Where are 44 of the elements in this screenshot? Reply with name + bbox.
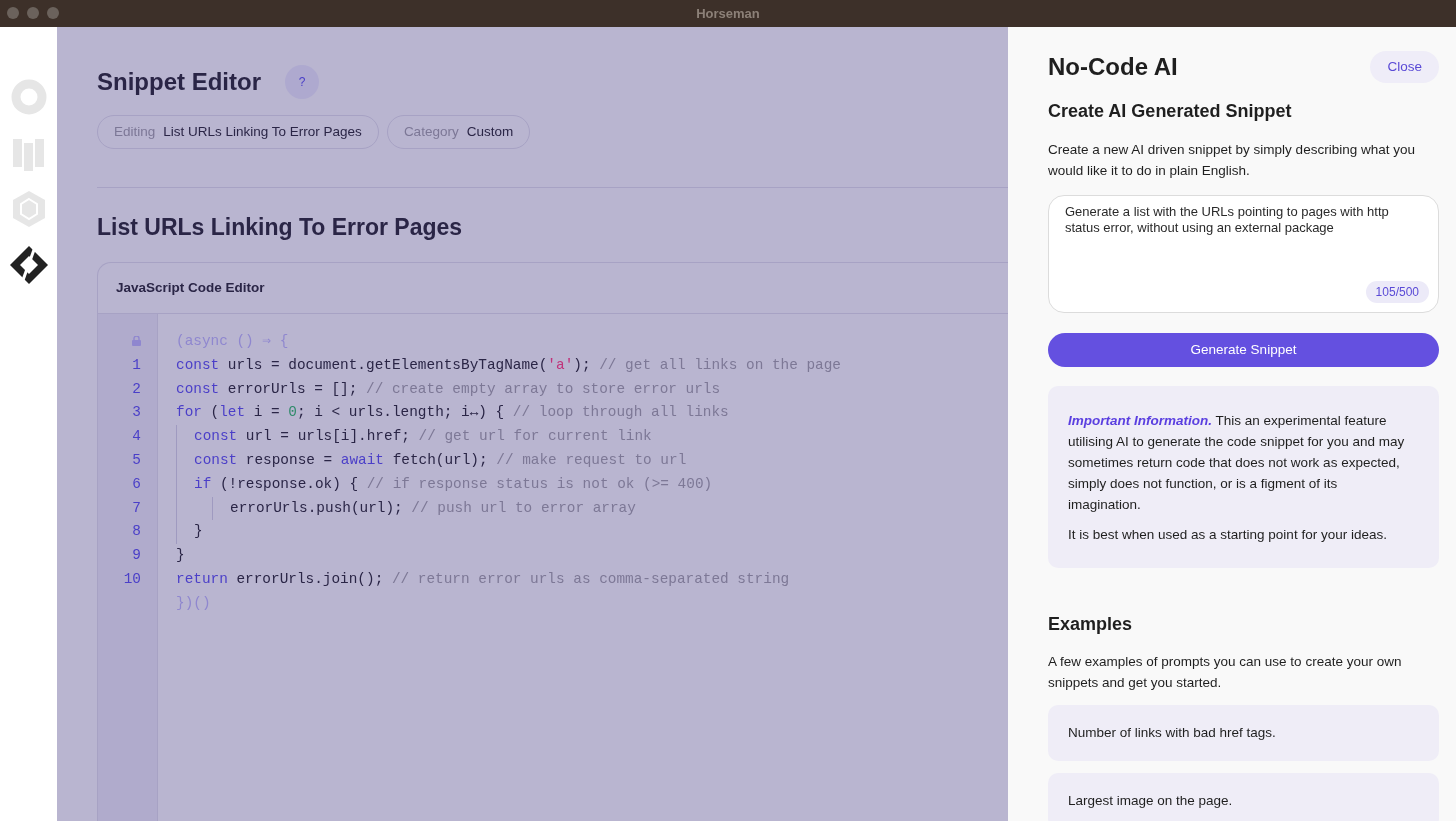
window-control-icon[interactable] [7,7,19,19]
close-button[interactable]: Close [1370,51,1439,84]
examples-heading: Examples [1048,613,1134,636]
line-number: 1 [132,356,141,373]
description-text: Create a new AI driven snippet by simply describing what you would like it to do in plain English. [1048,140,1416,180]
panel-title: No-Code AI [1048,52,1178,82]
section-heading: Create AI Generated Snippet [1048,101,1293,123]
window-control-icon[interactable] [47,7,59,19]
code-line: for (let i = 0; i < urls.length; i↔) { // loop through all links [176,404,729,421]
code-line: const url = urls[i].href; // get url for current link [194,428,652,445]
window-control-icon[interactable] [27,7,39,19]
generate-snippet-button[interactable]: Generate Snippet [1048,332,1439,367]
notice-text: Important Information. This an experimental feature utilising AI to generate the code snippet for you and may sometimes return code that does not work as expected, simply does not function, or is a figment of its imagination. [1068,411,1405,514]
line-number: 4 [132,428,141,445]
line-number: 10 [123,571,141,588]
chip-value: Custom [466,123,514,141]
line-number: 3 [132,404,141,421]
code-line: if (!response.ok) { // if response status is not ok (>= 400) [194,475,713,492]
window-title: Horseman [696,4,760,23]
code-line: return errorUrls.join(); // return error urls as comma-separated string [176,571,790,588]
chip-label: Editing [114,123,156,141]
notice-text: It is best when used as a starting point for your ideas. [1068,525,1388,544]
chip-value: List URLs Linking To Error Pages [163,123,362,141]
code-line: } [176,547,185,564]
code-line: const urls = document.getElementsByTagName('a'); // get all links on the page [176,356,841,373]
line-number: 5 [132,452,141,469]
diamond-code-icon[interactable] [8,245,49,285]
line-number: 9 [132,547,141,564]
code-line: })() [176,594,211,611]
example-prompt[interactable]: Number of links with bad href tags. [1048,705,1439,762]
code-line: } [194,523,203,540]
lock-icon [132,336,141,347]
example-prompt[interactable]: Largest image on the page. [1048,773,1439,821]
code-line: const errorUrls = []; // create empty array to store error urls [176,380,721,397]
snippet-heading: List URLs Linking To Error Pages [97,214,464,242]
examples-description: A few examples of prompts you can use to create your own snippets and get you started. [1048,653,1403,693]
line-number: 6 [132,475,141,492]
code-line: const response = await fetch(url); // make request to url [194,452,687,469]
code-line: errorUrls.push(url); // push url to error array [230,499,636,516]
chip-label: Category [403,123,459,141]
line-number: 8 [132,523,141,540]
line-number: 2 [132,380,141,397]
page-title: Snippet Editor [97,67,261,97]
line-number: 7 [132,499,141,516]
